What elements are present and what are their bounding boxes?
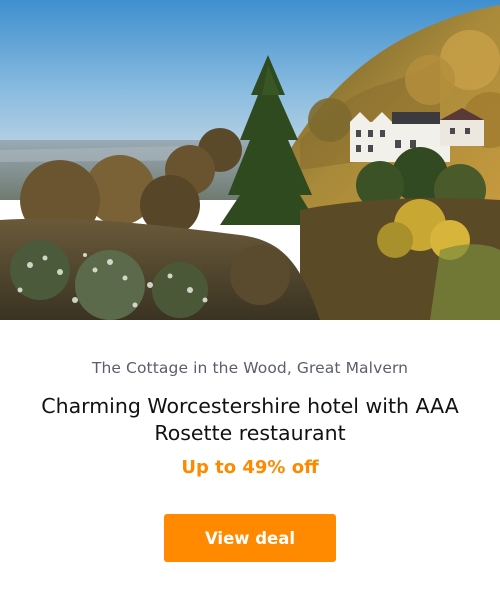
hotel-photo[interactable] xyxy=(0,0,500,320)
discount-label: Up to 49% off xyxy=(181,457,319,478)
hotel-location: The Cottage in the Wood, Great Malvern xyxy=(91,359,409,377)
deal-title[interactable]: Charming Worcestershire hotel with AAA R… xyxy=(30,393,470,447)
deal-card: The Cottage in the Wood, Great Malvern C… xyxy=(0,0,500,597)
hotel-photo-illustration xyxy=(0,0,500,320)
view-deal-button[interactable]: View deal xyxy=(164,514,336,562)
